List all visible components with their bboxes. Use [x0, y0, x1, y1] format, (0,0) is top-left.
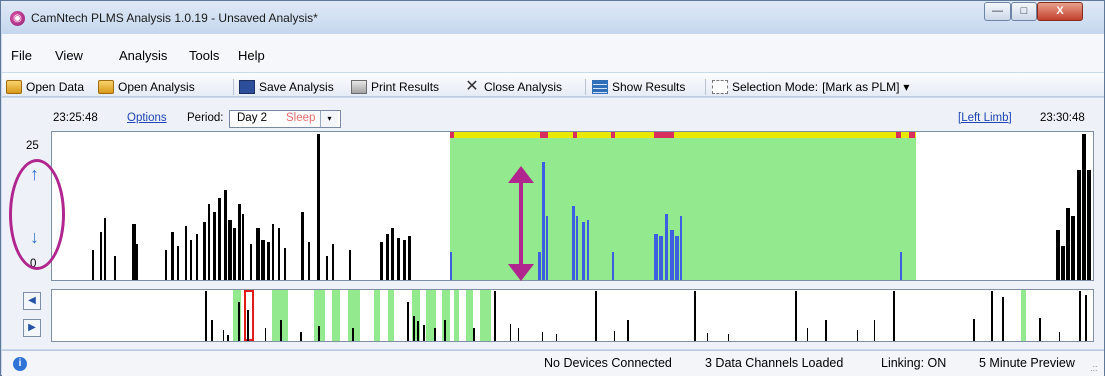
app-icon: ◉: [10, 11, 25, 26]
period-day: Day 2: [237, 112, 268, 124]
table-icon: [592, 80, 608, 94]
devices-status: No Devices Connected: [544, 356, 672, 370]
period-stage: Sleep: [286, 112, 316, 124]
print-results-label: Print Results: [371, 80, 440, 94]
sleep-marker-red: [909, 132, 915, 138]
open-analysis-label: Open Analysis: [118, 80, 195, 94]
toolbar-separator: [705, 79, 706, 95]
selection-mode-value: [Mark as PLM]: [822, 80, 900, 94]
info-icon: i: [13, 357, 27, 371]
annotation-arrow: [519, 176, 523, 267]
close-analysis-label: Close Analysis: [484, 80, 563, 94]
print-results-button[interactable]: Print Results: [351, 79, 439, 95]
close-button[interactable]: X: [1037, 2, 1083, 21]
limb-selector[interactable]: [Left Limb]: [958, 112, 1012, 124]
open-data-label: Open Data: [26, 80, 85, 94]
sleep-marker-red: [450, 132, 454, 138]
toolbar-separator: [585, 79, 586, 95]
sleep-marker-red: [540, 132, 548, 138]
sleep-marker-red: [611, 132, 615, 138]
overview-sleep-periods: [233, 290, 1026, 341]
preview-status: 5 Minute Preview: [979, 356, 1075, 370]
selection-icon: [712, 80, 728, 94]
overview-chart[interactable]: [51, 289, 1094, 342]
overview-chart-svg: [205, 290, 1087, 341]
minimize-button[interactable]: —: [984, 2, 1011, 21]
start-time: 23:25:48: [53, 112, 98, 124]
close-analysis-button[interactable]: ✕ Close Analysis: [464, 79, 562, 95]
open-analysis-button[interactable]: Open Analysis: [98, 79, 195, 95]
show-results-button[interactable]: Show Results: [592, 79, 685, 95]
sleep-marker-red: [896, 132, 901, 138]
save-analysis-label: Save Analysis: [259, 80, 334, 94]
chevron-down-icon: ▾: [903, 80, 910, 94]
application-window: ◉ CamNtech PLMS Analysis 1.0.19 - Unsave…: [0, 0, 1105, 376]
save-icon: [239, 80, 255, 94]
sleep-marker-red: [654, 132, 674, 138]
end-time: 23:30:48: [1040, 112, 1085, 124]
show-results-label: Show Results: [612, 80, 686, 94]
selection-mode-dropdown[interactable]: Selection Mode: [Mark as PLM] ▾: [712, 79, 909, 95]
save-analysis-button[interactable]: Save Analysis: [239, 79, 334, 95]
close-icon: ✕: [465, 78, 479, 95]
activity-chart[interactable]: [51, 131, 1094, 281]
selection-mode-label: Selection Mode:: [732, 80, 819, 94]
activity-chart-svg: [92, 132, 1091, 280]
maximize-button[interactable]: □: [1011, 2, 1037, 21]
menu-file[interactable]: File: [11, 48, 32, 63]
menu-analysis[interactable]: Analysis: [119, 48, 167, 63]
annotation-arrow-down: [508, 264, 534, 281]
period-label: Period:: [187, 112, 224, 124]
y-axis-max: 25: [26, 140, 39, 152]
printer-icon: [351, 80, 367, 94]
sleep-marker-red: [573, 132, 577, 138]
chevron-down-icon: ▾: [320, 111, 338, 127]
channels-status: 3 Data Channels Loaded: [705, 356, 844, 370]
toolbar-separator: [233, 79, 234, 95]
annotation-ellipse: [9, 159, 65, 270]
menu-view[interactable]: View: [55, 48, 83, 63]
folder-open-icon: [98, 80, 114, 94]
folder-open-icon: [6, 80, 22, 94]
menu-tools[interactable]: Tools: [189, 48, 219, 63]
open-data-button[interactable]: Open Data: [6, 79, 84, 95]
previous-window-button[interactable]: ◀: [23, 292, 41, 310]
options-link[interactable]: Options: [127, 112, 167, 124]
linking-status: Linking: ON: [881, 356, 947, 370]
annotation-arrow-up: [508, 166, 534, 183]
window-title: CamNtech PLMS Analysis 1.0.19 - Unsaved …: [31, 11, 318, 25]
resize-grip[interactable]: .::: [1090, 363, 1098, 373]
next-window-button[interactable]: ▶: [23, 319, 41, 337]
sleep-marker-bar: [450, 132, 916, 138]
menu-help[interactable]: Help: [238, 48, 265, 63]
